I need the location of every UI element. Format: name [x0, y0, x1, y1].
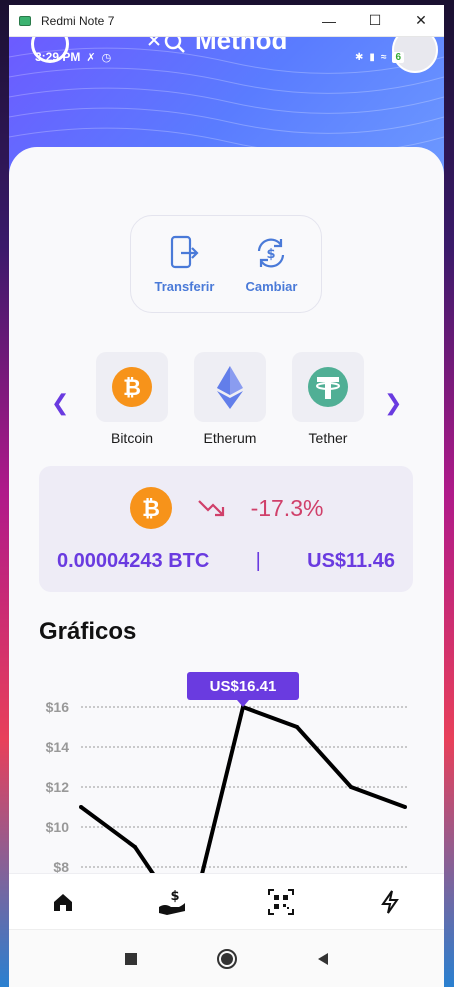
payment-icon[interactable]: $ [157, 887, 187, 917]
y-tick-label: $16 [46, 699, 70, 715]
data-point[interactable] [349, 785, 353, 789]
tooltip-label: US$16.41 [210, 678, 277, 695]
trend-down-icon [197, 500, 224, 517]
bitcoin-icon: ₿ [129, 487, 172, 529]
coin-label: Bitcoin [110, 430, 154, 446]
status-time: 3:29 PM [35, 50, 81, 64]
chevron-left-icon[interactable]: ❮ [51, 390, 69, 416]
transfer-label: Transferir [154, 278, 215, 294]
svg-text:₿: ₿ [123, 376, 141, 401]
transfer-phone-icon [171, 235, 200, 268]
ethereum-icon [217, 366, 243, 409]
transfer-button[interactable]: Transferir [154, 235, 214, 294]
y-tick-label: $10 [46, 819, 70, 835]
data-point[interactable] [403, 805, 407, 809]
maximize-button[interactable]: ☐ [352, 5, 398, 37]
data-point[interactable] [79, 805, 83, 809]
section-title: Gráficos [39, 618, 137, 645]
data-point[interactable] [133, 845, 137, 849]
home-circle-icon[interactable] [212, 944, 242, 974]
svg-text:$: $ [267, 247, 276, 262]
exchange-label: Cambiar [245, 278, 298, 294]
divider: | [255, 550, 261, 572]
svg-text:$: $ [171, 889, 180, 904]
chart-tooltip: US$16.41 [187, 672, 299, 707]
phone-screen: Method 3:29 PM ✗ ◷ ✱ ▮ ≈ 6 Transferir $ [9, 37, 444, 987]
coin-tether[interactable]: Tether [292, 352, 364, 446]
window-titlebar: Redmi Note 7 — ☐ ✕ [9, 5, 444, 37]
coin-ethereum[interactable]: Etherum [194, 352, 266, 446]
action-card: Transferir $ Cambiar [130, 215, 322, 313]
change-percent: -17.3% [250, 494, 324, 521]
chevron-right-icon[interactable]: ❯ [384, 390, 402, 416]
coin-bitcoin[interactable]: ₿ Bitcoin [96, 352, 168, 446]
balance-summary: ₿ -17.3% 0.00004243 BTC | US$11.46 [39, 466, 413, 592]
bluetooth-icon: ✱ [355, 51, 364, 63]
lightning-icon[interactable] [375, 887, 405, 917]
close-button[interactable]: ✕ [398, 5, 444, 37]
exchange-icon: $ [258, 238, 285, 267]
main-content: Transferir $ Cambiar ❮ ₿ Bitcoin Etherum [9, 147, 444, 956]
window-title: Redmi Note 7 [41, 13, 115, 28]
svg-text:₿: ₿ [142, 497, 160, 522]
wifi-icon: ≈ [380, 51, 387, 63]
bottom-nav: $ [9, 873, 444, 929]
home-icon[interactable] [48, 887, 78, 917]
alarm-icon: ◷ [101, 51, 112, 64]
recent-apps-icon[interactable] [116, 944, 146, 974]
battery-icon: 6 [392, 51, 404, 63]
back-triangle-icon[interactable] [308, 944, 338, 974]
bitcoin-icon: ₿ [112, 367, 152, 407]
coin-label: Etherum [203, 430, 257, 446]
coin-carousel: ❮ ₿ Bitcoin Etherum Tether ❯ [9, 352, 444, 452]
tether-icon [308, 367, 348, 407]
system-nav [9, 929, 444, 987]
y-tick-label: $14 [46, 739, 70, 755]
app-window-icon [19, 15, 31, 26]
mute-icon: ✗ [86, 51, 96, 64]
y-tick-label: $12 [46, 779, 70, 795]
data-point[interactable] [295, 725, 299, 729]
exchange-button[interactable]: $ Cambiar [245, 235, 297, 294]
coin-label: Tether [308, 430, 348, 446]
usd-amount: US$11.46 [307, 550, 395, 572]
qr-code-icon[interactable] [266, 887, 296, 917]
minimize-button[interactable]: — [306, 5, 352, 37]
btc-amount: 0.00004243 BTC [57, 550, 210, 572]
status-bar: 3:29 PM ✗ ◷ ✱ ▮ ≈ 6 [9, 47, 444, 67]
signal-icon: ▮ [369, 51, 375, 63]
